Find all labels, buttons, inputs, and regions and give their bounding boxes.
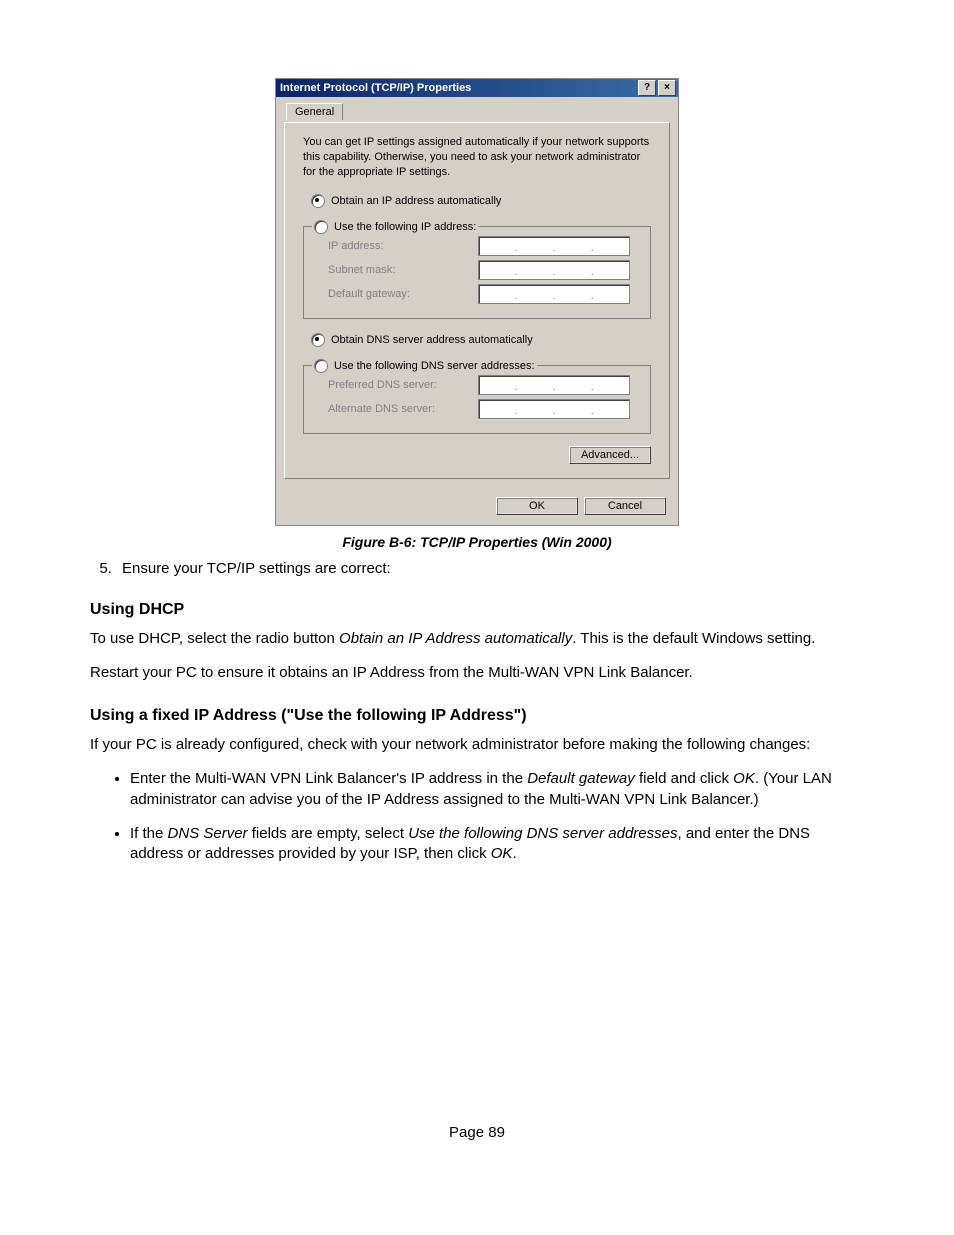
fixed-bullet-1: Enter the Multi-WAN VPN Link Balancer's … bbox=[130, 769, 864, 810]
cancel-button[interactable]: Cancel bbox=[584, 497, 666, 515]
radio-dns-manual-label: Use the following DNS server addresses: bbox=[334, 360, 535, 372]
radio-ip-manual-label: Use the following IP address: bbox=[334, 221, 476, 233]
dialog-description: You can get IP settings assigned automat… bbox=[303, 135, 651, 180]
label-pref-dns: Preferred DNS server: bbox=[328, 379, 478, 391]
dhcp-p2: Restart your PC to ensure it obtains an … bbox=[90, 663, 864, 683]
heading-fixed: Using a fixed IP Address ("Use the follo… bbox=[90, 707, 864, 725]
label-subnet-mask: Subnet mask: bbox=[328, 264, 478, 276]
radio-ip-auto[interactable] bbox=[311, 194, 325, 208]
radio-dns-manual[interactable] bbox=[314, 359, 328, 373]
page-number: Page 89 bbox=[90, 1124, 864, 1141]
heading-dhcp: Using DHCP bbox=[90, 601, 864, 619]
fixed-bullet-2: If the DNS Server fields are empty, sele… bbox=[130, 824, 864, 865]
step-5: Ensure your TCP/IP settings are correct: bbox=[116, 560, 864, 577]
input-alt-dns[interactable]: . . . bbox=[478, 399, 630, 419]
dns-manual-group: Use the following DNS server addresses: … bbox=[303, 365, 651, 434]
input-pref-dns[interactable]: . . . bbox=[478, 375, 630, 395]
radio-dns-auto-label: Obtain DNS server address automatically bbox=[331, 334, 533, 346]
title-bar: Internet Protocol (TCP/IP) Properties ? … bbox=[276, 79, 678, 97]
radio-dns-auto[interactable] bbox=[311, 333, 325, 347]
ip-manual-group: Use the following IP address: IP address… bbox=[303, 226, 651, 319]
title-bar-text: Internet Protocol (TCP/IP) Properties bbox=[280, 82, 636, 94]
ok-button[interactable]: OK bbox=[496, 497, 578, 515]
dhcp-p1: To use DHCP, select the radio button Obt… bbox=[90, 629, 864, 649]
tcpip-dialog: Internet Protocol (TCP/IP) Properties ? … bbox=[275, 78, 679, 526]
input-default-gateway[interactable]: . . . bbox=[478, 284, 630, 304]
tab-general[interactable]: General bbox=[286, 103, 343, 120]
advanced-button[interactable]: Advanced... bbox=[569, 446, 651, 464]
fixed-intro: If your PC is already configured, check … bbox=[90, 735, 864, 755]
help-icon[interactable]: ? bbox=[638, 80, 656, 96]
figure-caption: Figure B-6: TCP/IP Properties (Win 2000) bbox=[90, 534, 864, 550]
radio-ip-manual[interactable] bbox=[314, 220, 328, 234]
label-ip-address: IP address: bbox=[328, 240, 478, 252]
radio-ip-auto-label: Obtain an IP address automatically bbox=[331, 195, 501, 207]
input-subnet-mask[interactable]: . . . bbox=[478, 260, 630, 280]
close-icon[interactable]: × bbox=[658, 80, 676, 96]
label-default-gateway: Default gateway: bbox=[328, 288, 478, 300]
input-ip-address[interactable]: . . . bbox=[478, 236, 630, 256]
label-alt-dns: Alternate DNS server: bbox=[328, 403, 478, 415]
